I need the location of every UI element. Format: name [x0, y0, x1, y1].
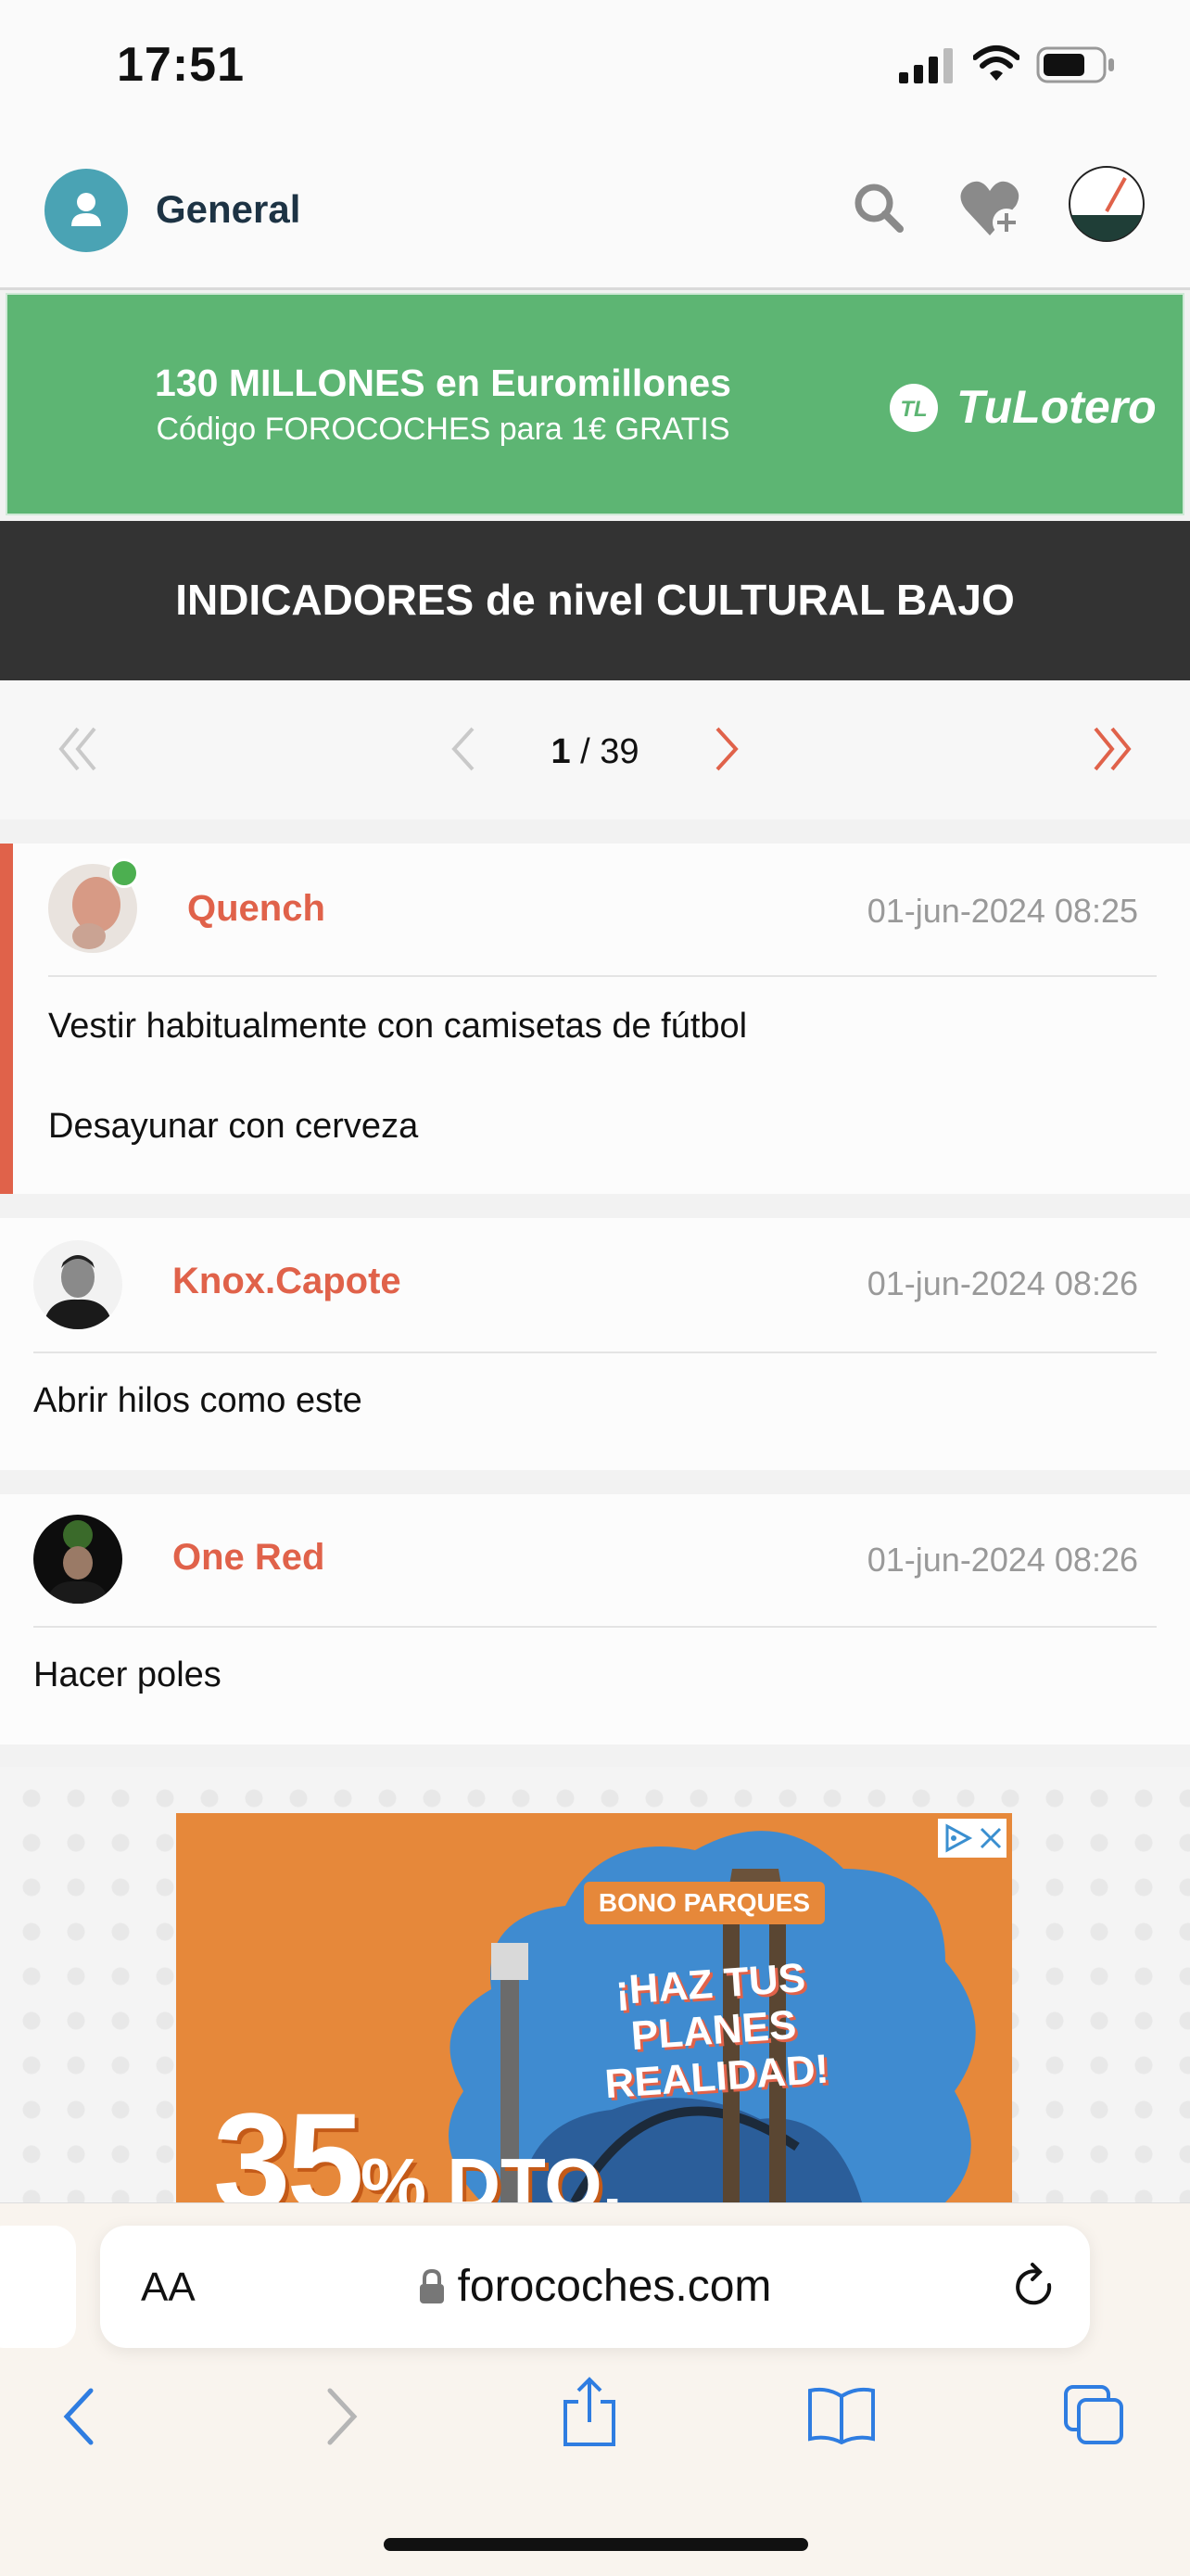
forum-header: General	[0, 139, 1190, 290]
current-page: 1	[551, 732, 571, 771]
page-indicator[interactable]: 1 / 39	[519, 732, 671, 772]
user-icon[interactable]	[44, 169, 128, 252]
post-divider	[48, 975, 1157, 977]
share-icon[interactable]	[560, 2376, 619, 2450]
tulotero-badge-text: TL	[900, 397, 927, 422]
wifi-icon	[973, 45, 1019, 81]
cellular-signal-icon	[899, 48, 953, 83]
close-icon[interactable]	[977, 1824, 1005, 1852]
status-time: 17:51	[117, 38, 245, 92]
url-field[interactable]: forocoches.com	[100, 2261, 1090, 2312]
post-date: 01-jun-2024 08:26	[867, 1541, 1138, 1579]
prev-page-icon[interactable]	[449, 723, 478, 775]
tabs-icon[interactable]	[1062, 2383, 1127, 2448]
ad-area: BONO PARQUES ¡HAZ TUS PLANES REALIDAD! 3…	[0, 1767, 1190, 2202]
ad-brand-tag: BONO PARQUES	[584, 1882, 825, 1924]
adchoices-icon[interactable]	[942, 1822, 973, 1854]
post: Knox.Capote 01-jun-2024 08:26 Abrir hilo…	[0, 1218, 1190, 1470]
thread-title: INDICADORES de nivel CULTURAL BAJO	[175, 576, 1015, 624]
battery-icon	[1036, 46, 1114, 83]
new-post-marker	[0, 844, 13, 1194]
heart-plus-icon[interactable]	[958, 176, 1029, 241]
search-icon[interactable]	[851, 180, 906, 235]
post-divider	[33, 1351, 1157, 1353]
ad-discount: 35% DTO.	[213, 2082, 623, 2202]
home-indicator	[384, 2538, 808, 2551]
post-author[interactable]: Quench	[187, 888, 325, 930]
tulotero-logo: TL TuLotero	[888, 378, 1166, 434]
previous-tab-preview[interactable]	[0, 2226, 76, 2348]
browser-toolbar: AA forocoches.com	[0, 2202, 1190, 2576]
last-page-icon[interactable]	[1090, 723, 1134, 775]
post-text-line: Hacer poles	[33, 1656, 222, 1694]
pagination: 1 / 39	[0, 680, 1190, 819]
ad-discount-suffix: % DTO.	[360, 2143, 623, 2202]
post: Quench 01-jun-2024 08:25 Vestir habitual…	[0, 844, 1190, 1194]
post-date: 01-jun-2024 08:26	[867, 1264, 1138, 1302]
post-text-line: Vestir habitualmente con camisetas de fú…	[48, 1007, 748, 1046]
post-divider	[33, 1626, 1157, 1628]
online-indicator	[109, 858, 139, 888]
section-title[interactable]: General	[156, 187, 300, 232]
ad-discount-value: 35	[213, 2084, 364, 2202]
post-text-line: Abrir hilos como este	[33, 1381, 362, 1420]
post-author[interactable]: One Red	[172, 1537, 324, 1579]
speedometer-icon[interactable]	[1068, 165, 1146, 243]
avatar[interactable]	[33, 1515, 122, 1604]
post-author[interactable]: Knox.Capote	[172, 1261, 401, 1302]
post-text-line: Desayunar con cerveza	[48, 1107, 419, 1146]
avatar[interactable]	[33, 1240, 122, 1329]
banner-subline: Código FOROCOCHES para 1€ GRATIS	[156, 412, 730, 447]
post: One Red 01-jun-2024 08:26 Hacer poles	[0, 1494, 1190, 1745]
total-pages: / 39	[580, 732, 639, 771]
address-bar[interactable]: AA forocoches.com	[100, 2226, 1090, 2348]
bookmarks-icon[interactable]	[806, 2385, 877, 2444]
back-icon[interactable]	[59, 2387, 100, 2446]
lock-icon	[419, 2269, 444, 2303]
status-bar: 17:51	[0, 0, 1190, 139]
url-text: forocoches.com	[457, 2262, 772, 2311]
forward-icon[interactable]	[321, 2387, 361, 2446]
first-page-icon[interactable]	[56, 723, 100, 775]
next-page-icon[interactable]	[712, 723, 741, 775]
advertisement[interactable]: BONO PARQUES ¡HAZ TUS PLANES REALIDAD! 3…	[176, 1813, 1012, 2202]
lottery-banner[interactable]: 130 MILLONES en Euromillones Código FORO…	[6, 293, 1184, 515]
thread-title-bar: INDICADORES de nivel CULTURAL BAJO	[0, 521, 1190, 680]
tulotero-brand: TuLotero	[956, 381, 1157, 433]
post-date: 01-jun-2024 08:25	[867, 892, 1138, 930]
ad-controls	[938, 1819, 1006, 1858]
reload-icon[interactable]	[1008, 2261, 1060, 2313]
banner-headline: 130 MILLONES en Euromillones	[155, 362, 731, 404]
tulotero-badge-icon: TL	[890, 384, 938, 432]
